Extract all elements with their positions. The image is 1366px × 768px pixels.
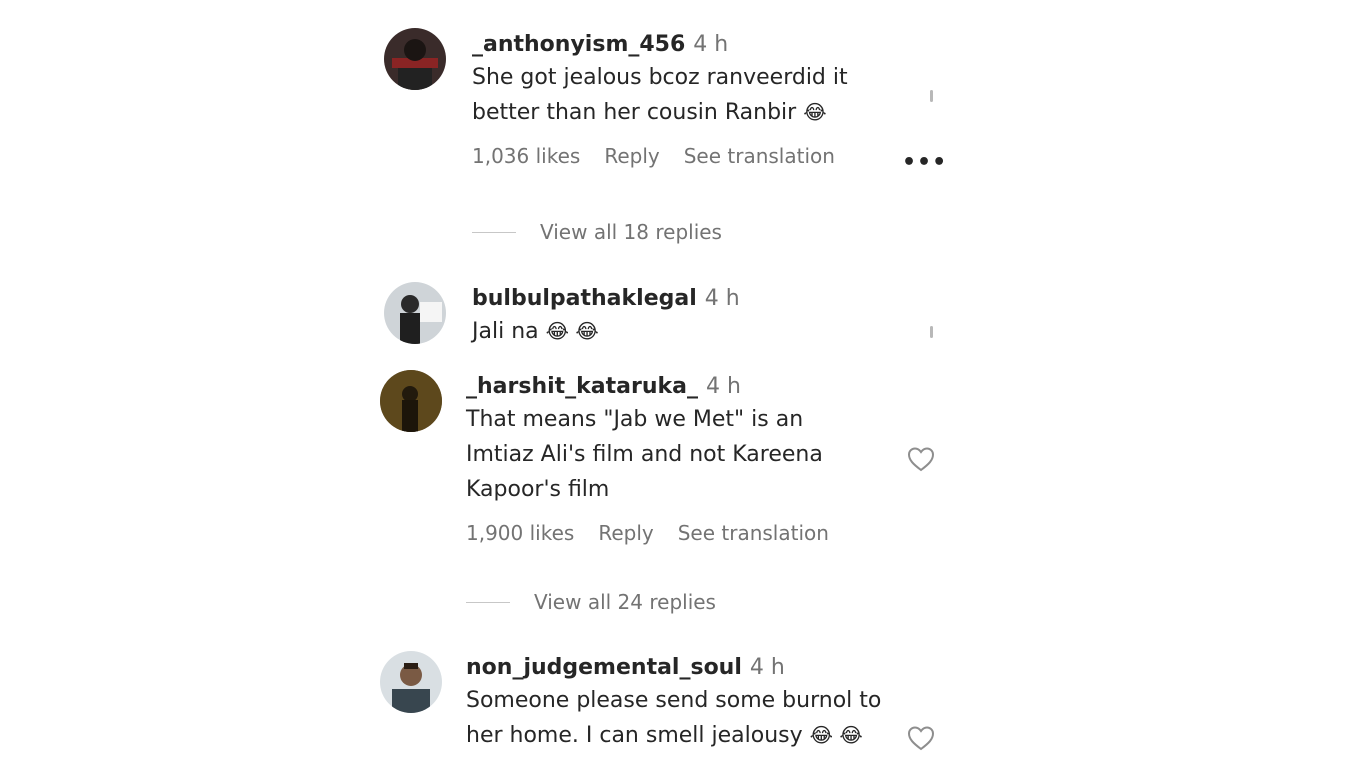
see-translation-link[interactable]: See translation xyxy=(678,521,829,545)
avatar[interactable] xyxy=(380,370,442,432)
laughing-emoji: 😂 xyxy=(803,100,827,124)
comment-username[interactable]: bulbulpathaklegal xyxy=(472,286,697,311)
likes-count[interactable]: 1,900 likes xyxy=(466,521,574,545)
likes-count[interactable]: 1,036 likes xyxy=(472,144,580,168)
laughing-emoji: 😂 😂 xyxy=(545,319,599,343)
avatar[interactable] xyxy=(384,282,446,344)
avatar[interactable] xyxy=(380,651,442,713)
laughing-emoji: 😂 😂 xyxy=(809,723,863,747)
comment-username[interactable]: _anthonyism_456 xyxy=(472,32,685,57)
view-replies-button[interactable]: View all 18 replies xyxy=(472,220,722,244)
reply-button[interactable]: Reply xyxy=(604,144,659,168)
comment-username[interactable]: non_judgemental_soul xyxy=(466,655,742,680)
comment-username[interactable]: _harshit_kataruka_ xyxy=(466,374,698,399)
comment-text: That means "Jab we Met" is an Imtiaz Ali… xyxy=(466,407,823,502)
comment-timestamp: 4 h xyxy=(749,655,785,680)
view-replies-button[interactable]: View all 24 replies xyxy=(466,590,716,614)
scroll-edge-marker xyxy=(930,90,933,102)
more-options-icon[interactable]: ••• xyxy=(902,150,947,175)
view-replies-label: View all 24 replies xyxy=(534,590,716,614)
heart-outline-icon[interactable] xyxy=(907,725,935,751)
comment-timestamp: 4 h xyxy=(693,32,729,57)
comment-text: She got jealous bcoz ranveerdid it bette… xyxy=(472,65,848,125)
avatar[interactable] xyxy=(384,28,446,90)
reply-button[interactable]: Reply xyxy=(598,521,653,545)
view-replies-label: View all 18 replies xyxy=(540,220,722,244)
see-translation-link[interactable]: See translation xyxy=(684,144,835,168)
scroll-edge-marker xyxy=(930,326,933,338)
replies-divider xyxy=(472,231,516,233)
comment-text: Jali na xyxy=(472,319,539,344)
replies-divider xyxy=(466,601,510,603)
comment-timestamp: 4 h xyxy=(704,286,740,311)
heart-outline-icon[interactable] xyxy=(907,446,935,472)
comment-timestamp: 4 h xyxy=(706,374,741,399)
